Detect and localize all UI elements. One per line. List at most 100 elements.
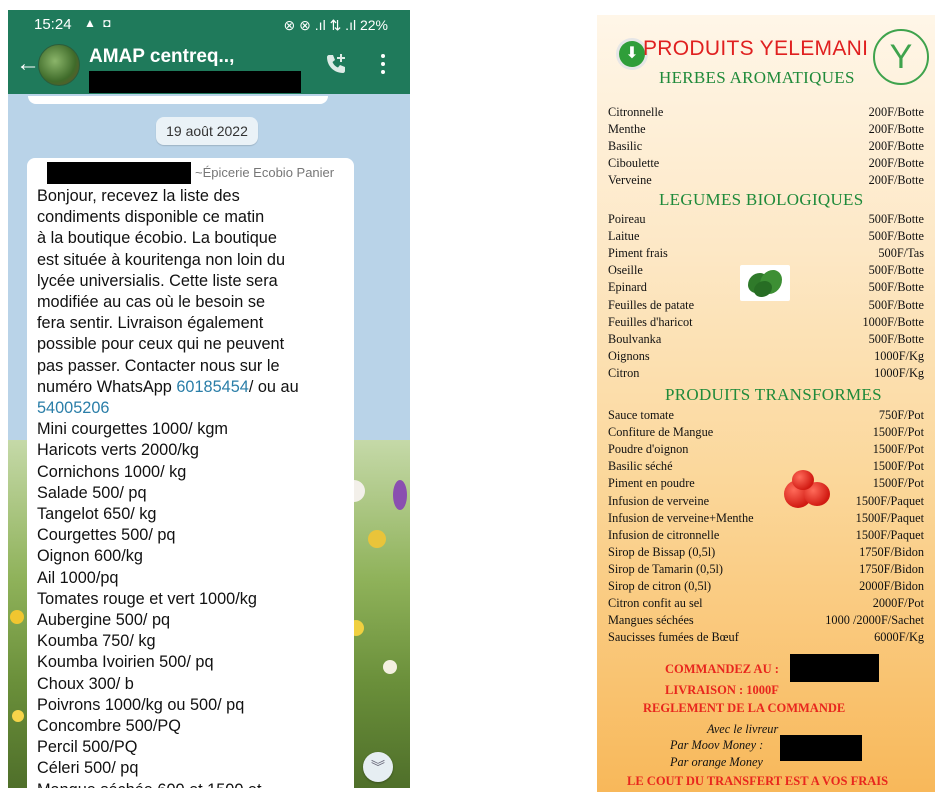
product-name: Infusion de verveine+Menthe bbox=[608, 510, 754, 525]
price-row: Piment en poudre 1500F/Pot bbox=[608, 476, 924, 493]
list-item: Tangelot 650/ kg bbox=[37, 505, 157, 524]
product-price: 500F/Botte bbox=[868, 229, 924, 244]
product-name: Oseille bbox=[608, 263, 643, 278]
product-price: 500F/Botte bbox=[868, 280, 924, 295]
date-chip: 19 août 2022 bbox=[156, 117, 258, 145]
product-price: 500F/Botte bbox=[868, 263, 924, 278]
phone-link-2[interactable]: 54005206 bbox=[37, 399, 109, 417]
product-price: 1000F/Kg bbox=[874, 348, 924, 363]
product-name: Feuilles de patate bbox=[608, 297, 695, 312]
product-name: Boulvanka bbox=[608, 331, 662, 346]
price-row: Citron 1000F/Kg bbox=[608, 366, 924, 383]
contact-line-prefix: numéro WhatsApp bbox=[37, 377, 177, 396]
product-price: 1000 /2000F/Sachet bbox=[825, 613, 924, 628]
list-item: Koumba Ivoirien 500/ pq bbox=[37, 653, 214, 672]
message-line: possible pour ceux qui ne peuvent bbox=[37, 335, 285, 354]
product-name: Citronnelle bbox=[608, 105, 664, 119]
product-price: 2000F/Bidon bbox=[859, 579, 924, 593]
price-row: Oignons 1000F/Kg bbox=[608, 349, 924, 366]
product-name: Menthe bbox=[608, 122, 646, 137]
product-price: 500F/Tas bbox=[878, 246, 924, 261]
product-name: Piment frais bbox=[608, 246, 668, 261]
tomato-image bbox=[782, 468, 832, 512]
redacted-participants bbox=[89, 71, 301, 93]
section-heading: LEGUMES BIOLOGIQUES bbox=[659, 190, 864, 209]
download-icon[interactable]: ⬇ bbox=[619, 41, 645, 67]
product-price: 500F/Botte bbox=[868, 331, 924, 346]
back-arrow-icon[interactable]: ← bbox=[16, 52, 40, 76]
product-name: Infusion de verveine bbox=[608, 493, 710, 508]
message-intro: Bonjour, recevez la liste des condiments … bbox=[37, 186, 347, 377]
message-line: lycée universialis. Cette liste sera bbox=[37, 271, 278, 290]
product-name: Ciboulette bbox=[608, 156, 660, 171]
list-item: Mini courgettes 1000/ kgm bbox=[37, 420, 228, 439]
list-item: Oignon 600/kg bbox=[37, 547, 143, 566]
price-row: Citron confit au sel 2000F/Pot bbox=[608, 596, 924, 613]
product-name: Confiture de Mangue bbox=[608, 425, 714, 440]
flower-decoration bbox=[10, 610, 24, 624]
list-item: Courgettes 500/ pq bbox=[37, 526, 176, 545]
status-icons: ▲ ◘ bbox=[84, 16, 113, 30]
price-row: Poireau 500F/Botte bbox=[608, 212, 924, 229]
list-item: Poivrons 1000/kg ou 500/ pq bbox=[37, 695, 245, 714]
message-bubble[interactable]: ~Épicerie Ecobio Panier Bonjour, recevez… bbox=[27, 158, 354, 788]
add-call-icon[interactable] bbox=[322, 50, 350, 78]
message-line: est située à kouritenga non loin du bbox=[37, 250, 286, 269]
product-price: 1500F/Paquet bbox=[855, 527, 924, 542]
redacted-sender-number bbox=[47, 162, 191, 184]
group-avatar[interactable] bbox=[38, 44, 80, 86]
price-row: Sirop de Bissap (0,5l) 1750F/Bidon bbox=[608, 545, 924, 562]
product-name: Sirop de citron (0,5l) bbox=[608, 579, 712, 593]
contact-line-suffix: / ou au bbox=[248, 377, 299, 396]
more-options-icon[interactable] bbox=[380, 52, 386, 78]
product-name: Verveine bbox=[608, 173, 652, 188]
list-item: Ail 1000/pq bbox=[37, 568, 119, 587]
product-name: Citron bbox=[608, 365, 640, 380]
redacted-moov-number bbox=[780, 735, 862, 761]
price-row: Infusion de verveine 1500F/Paquet bbox=[608, 494, 924, 511]
chat-title[interactable]: AMAP centreq.., bbox=[89, 46, 234, 68]
phone-link-1[interactable]: 60185454 bbox=[176, 378, 248, 396]
flyer-title: PRODUITS YELEMANI bbox=[643, 37, 869, 60]
product-price: 1750F/Bidon bbox=[859, 561, 924, 576]
product-name: Mangues séchées bbox=[608, 613, 694, 628]
list-item: Aubergine 500/ pq bbox=[37, 611, 171, 630]
price-row: Confiture de Mangue 1500F/Pot bbox=[608, 425, 924, 442]
product-price: 1500F/Pot bbox=[872, 442, 924, 457]
section-heading: HERBES AROMATIQUES bbox=[659, 68, 855, 87]
product-price: 200F/Botte bbox=[868, 173, 924, 188]
delivery-label: LIVRAISON : 1000F bbox=[665, 683, 779, 697]
section-heading: PRODUITS TRANSFORMES bbox=[665, 385, 882, 404]
list-item: Koumba 750/ kg bbox=[37, 632, 156, 651]
product-name: Laitue bbox=[608, 229, 640, 244]
list-item: Percil 500/PQ bbox=[37, 738, 138, 757]
product-name: Infusion de citronnelle bbox=[608, 527, 720, 542]
product-price: 500F/Botte bbox=[868, 212, 924, 226]
pay-orange: Par orange Money bbox=[670, 755, 763, 769]
product-name: Epinard bbox=[608, 280, 647, 295]
message-line: modifiée au cas où le besoin se bbox=[37, 293, 266, 312]
payment-heading: REGLEMENT DE LA COMMANDE bbox=[643, 701, 846, 715]
product-price: 200F/Botte bbox=[868, 105, 924, 119]
message-text: Bonjour, recevez la liste des condiments … bbox=[37, 186, 347, 788]
price-row: Basilic séché 1500F/Pot bbox=[608, 459, 924, 476]
price-row: Sirop de citron (0,5l) 2000F/Bidon bbox=[608, 579, 924, 596]
product-price: 500F/Botte bbox=[868, 297, 924, 312]
scroll-down-icon[interactable]: ︾ bbox=[363, 752, 393, 782]
product-price: 1500F/Pot bbox=[872, 425, 924, 440]
contact-line: numéro WhatsApp 60185454/ ou au bbox=[37, 377, 347, 398]
order-label: COMMANDEZ AU : bbox=[665, 662, 779, 676]
product-name: Poireau bbox=[608, 212, 646, 226]
price-row: Boulvanka 500F/Botte bbox=[608, 332, 924, 349]
status-bar: 15:24 ▲ ◘ ⊗ ⊗ .ıl ⇅ .ıl 22% bbox=[8, 10, 410, 38]
spinach-image bbox=[740, 265, 790, 301]
product-name: Sirop de Bissap (0,5l) bbox=[608, 544, 716, 559]
price-row: Laitue 500F/Botte bbox=[608, 229, 924, 246]
product-price: 200F/Botte bbox=[868, 122, 924, 137]
list-item: Mangue séchée 600 et 1500 et bbox=[37, 780, 347, 788]
product-name: Sauce tomate bbox=[608, 408, 674, 422]
list-item: Salade 500/ pq bbox=[37, 483, 147, 502]
message-line: pas passer. Contacter nous sur le bbox=[37, 356, 280, 375]
sender-name[interactable]: ~Épicerie Ecobio Panier bbox=[195, 165, 334, 180]
flower-decoration bbox=[383, 660, 397, 674]
